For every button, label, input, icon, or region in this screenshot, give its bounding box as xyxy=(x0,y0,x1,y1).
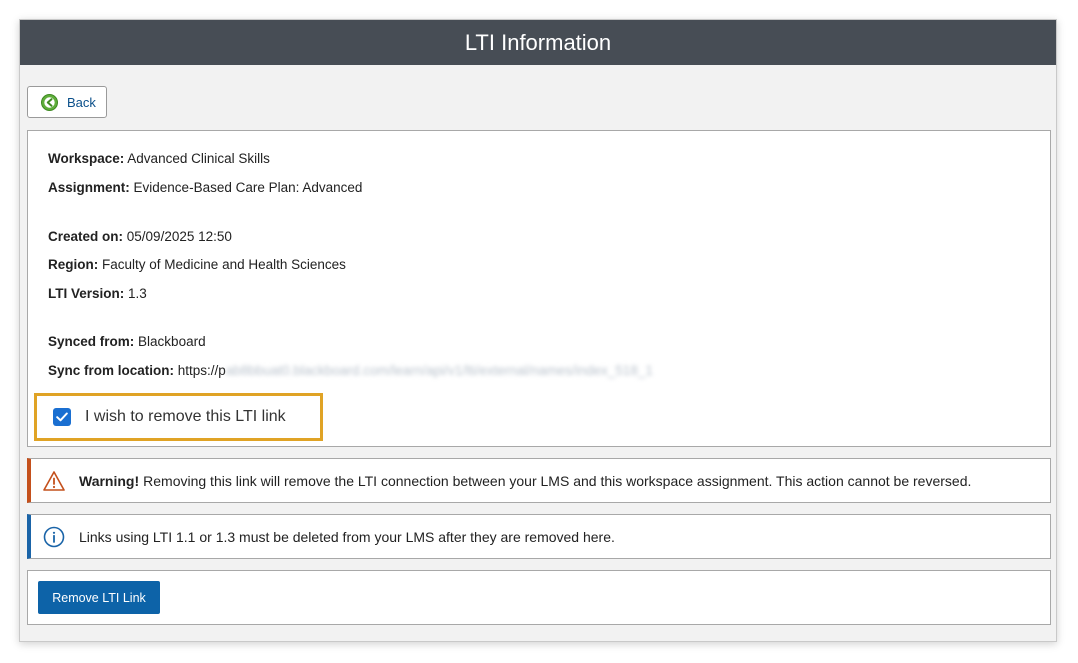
warning-alert: Warning! Removing this link will remove … xyxy=(27,458,1051,503)
assignment-value: Evidence-Based Care Plan: Advanced xyxy=(133,180,363,195)
info-circle-icon xyxy=(43,526,65,548)
sync-location-label: Sync from location: xyxy=(48,363,175,378)
lti-version-value: 1.3 xyxy=(128,286,147,301)
sync-location-value: https://p xyxy=(177,363,226,378)
region-label: Region: xyxy=(48,257,99,272)
checkmark-icon xyxy=(56,412,68,422)
assignment-row: Assignment: Evidence-Based Care Plan: Ad… xyxy=(48,180,362,195)
info-text: Links using LTI 1.1 or 1.3 must be delet… xyxy=(79,528,615,545)
remove-lti-link-button[interactable]: Remove LTI Link xyxy=(38,581,160,614)
created-label: Created on: xyxy=(48,229,124,244)
warning-text: Removing this link will remove the LTI c… xyxy=(143,472,972,489)
back-button[interactable]: Back xyxy=(27,86,107,118)
region-row: Region: Faculty of Medicine and Health S… xyxy=(48,257,346,272)
created-row: Created on: 05/09/2025 12:50 xyxy=(48,229,232,244)
confirm-remove-checkbox[interactable] xyxy=(53,408,71,426)
synced-from-row: Synced from: Blackboard xyxy=(48,334,206,349)
back-button-label: Back xyxy=(67,94,96,110)
assignment-label: Assignment: xyxy=(48,180,130,195)
actions-panel: Remove LTI Link xyxy=(27,570,1051,625)
info-alert: Links using LTI 1.1 or 1.3 must be delet… xyxy=(27,514,1051,559)
sync-location-row: Sync from location: https://pab8bbuat0.b… xyxy=(48,363,653,378)
lti-version-label: LTI Version: xyxy=(48,286,125,301)
region-value: Faculty of Medicine and Health Sciences xyxy=(102,257,346,272)
synced-from-value: Blackboard xyxy=(138,334,206,349)
sync-location-redacted: ab8bbuat0.blackboard.com/learn/api/v1/lt… xyxy=(225,363,653,378)
warning-title: Warning! xyxy=(79,472,140,489)
confirm-remove-highlight: I wish to remove this LTI link xyxy=(34,393,323,441)
lti-details-panel: Workspace: Advanced Clinical Skills Assi… xyxy=(27,130,1051,447)
confirm-remove-label[interactable]: I wish to remove this LTI link xyxy=(85,408,286,426)
synced-from-label: Synced from: xyxy=(48,334,135,349)
warning-triangle-icon xyxy=(43,470,65,492)
lti-information-window: LTI Information Back Workspace: Advanced… xyxy=(19,19,1057,642)
created-value: 05/09/2025 12:50 xyxy=(126,229,232,244)
workspace-row: Workspace: Advanced Clinical Skills xyxy=(48,151,270,166)
back-arrow-circle-icon xyxy=(41,93,58,111)
workspace-label: Workspace: xyxy=(48,151,125,166)
lti-version-row: LTI Version: 1.3 xyxy=(48,286,147,301)
window-title: LTI Information xyxy=(20,20,1056,65)
workspace-value: Advanced Clinical Skills xyxy=(127,151,270,166)
